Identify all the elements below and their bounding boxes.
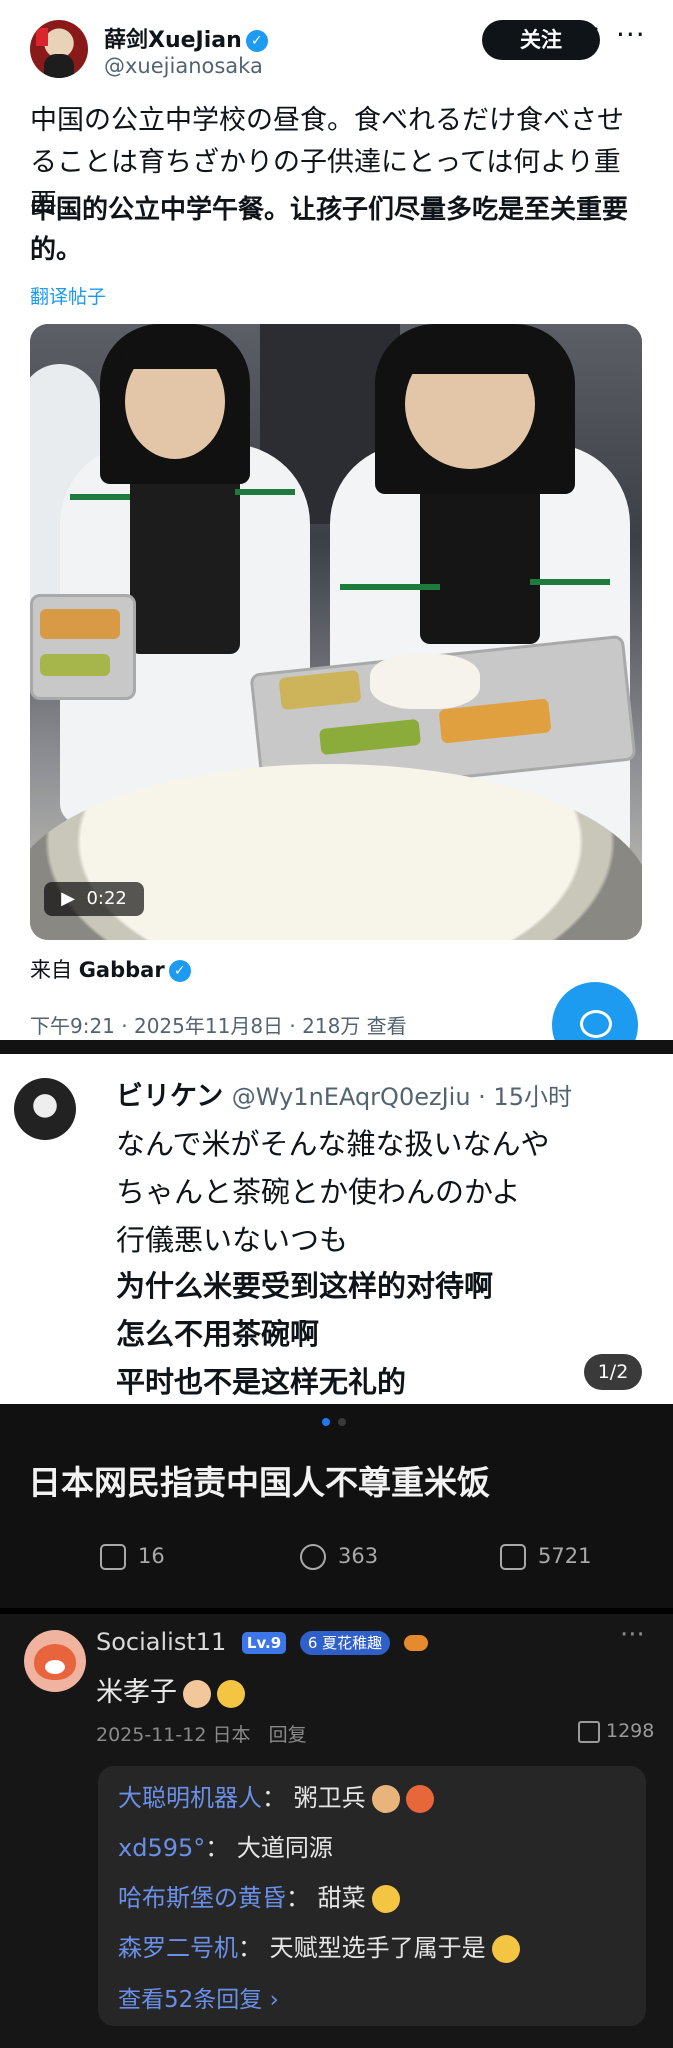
nerd-face-emoji-icon (217, 1679, 245, 1708)
share-icon (100, 1544, 126, 1570)
fan-badge: 6 夏花稚趣 (299, 1631, 391, 1655)
thumbs-up-icon (578, 1720, 600, 1743)
post-title: 日本网民指责中国人不尊重米饭 (28, 1463, 490, 1502)
tweet-timestamp: 下午9:21 · 2025年11月8日 · 218万 查看 (30, 1014, 407, 1038)
fist-emoji-icon (371, 1785, 400, 1813)
reply-row[interactable]: 哈布斯堡の黄昏： 甜菜 (118, 1878, 400, 1913)
grok-icon[interactable] (570, 24, 600, 54)
video-player[interactable]: ▶ 0:22 (30, 324, 642, 940)
level-badge: Lv.9 (241, 1632, 287, 1654)
carousel-dot[interactable] (338, 1418, 346, 1426)
pointing-hand-emoji-icon (183, 1679, 211, 1708)
commenter-info: Socialist11 Lv.9 6 夏花稚趣 (96, 1628, 428, 1656)
tweet-card: 薛剑XueJian ✓ @xuejianosaka 关注 ··· 中国の公立中学校… (0, 0, 673, 1068)
comment-button[interactable]: 363 (300, 1544, 378, 1570)
comment-like-button[interactable]: 1298 (578, 1720, 654, 1743)
carousel-dot-active[interactable] (322, 1418, 330, 1426)
reply-user-handle: @Wy1nEAqrQ0ezJiu · 15小时 (231, 1083, 572, 1111)
share-button[interactable]: 16 (100, 1544, 165, 1570)
commenter-name[interactable]: Socialist11 (96, 1628, 226, 1656)
author-name[interactable]: 薛剑XueJian ✓ (104, 22, 268, 54)
gamepad-icon (403, 1635, 428, 1651)
angry-face-emoji-icon (405, 1785, 434, 1813)
comment-more-icon[interactable]: ··· (620, 1620, 645, 1650)
image-pager: 1/2 (584, 1354, 642, 1390)
smirk-emoji-icon (491, 1935, 520, 1963)
verified-badge-icon: ✓ (168, 960, 191, 982)
source-attribution: 来自 Gabbar ✓ (30, 954, 191, 984)
author-avatar[interactable] (30, 20, 88, 78)
reply-avatar[interactable] (14, 1078, 76, 1140)
reply-card: ビリケン @Wy1nEAqrQ0ezJiu · 15小时 なんで米がそんな雑な扱… (0, 1054, 673, 1404)
reply-row[interactable]: xd595°： 大道同源 (118, 1828, 333, 1863)
comment-item: Socialist11 Lv.9 6 夏花稚趣 ··· 米孝子 2025-11-… (0, 1614, 673, 2048)
post-header: 日本网民指责中国人不尊重米饭 16 363 5721 (0, 1404, 673, 1608)
reply-row[interactable]: 大聪明机器人： 粥卫兵 (118, 1778, 434, 1813)
reply-user-name[interactable]: ビリケン (116, 1081, 223, 1112)
comment-meta: 2025-11-12 日本 回复 (96, 1724, 307, 1746)
reply-text-chinese: 为什么米要受到这样的对待啊 怎么不用茶碗啊 平时也不是这样无礼的 (116, 1269, 494, 1399)
like-button[interactable]: 5721 (500, 1544, 591, 1570)
verified-badge-icon: ✓ (245, 30, 268, 52)
reply-user-line: ビリケン @Wy1nEAqrQ0ezJiu · 15小时 (116, 1074, 572, 1113)
commenter-avatar[interactable] (24, 1630, 86, 1692)
tweet-text-chinese: 中国的公立中学午餐。让孩子们尽量多吃是至关重要的。 (30, 195, 629, 265)
reply-link[interactable]: 回复 (269, 1724, 307, 1746)
author-handle[interactable]: @xuejianosaka (104, 54, 263, 78)
reply-text-japanese: なんで米がそんな雑な扱いなんや ちゃんと茶碗とか使わんのかよ 行儀悪いないつも (116, 1127, 550, 1257)
divider (0, 1040, 673, 1054)
video-duration-badge: ▶ 0:22 (44, 882, 144, 916)
source-name-link[interactable]: Gabbar (79, 958, 165, 982)
comment-text: 米孝子 (96, 1670, 245, 1709)
replies-box: 大聪明机器人： 粥卫兵 xd595°： 大道同源 哈布斯堡の黄昏： 甜菜 森罗二… (98, 1766, 646, 2026)
thumbs-up-icon (500, 1544, 526, 1570)
play-icon: ▶ (61, 888, 75, 909)
comment-icon (300, 1544, 326, 1570)
grinning-emoji-icon (371, 1885, 400, 1913)
more-options-icon[interactable]: ··· (616, 18, 646, 51)
reply-row[interactable]: 森罗二号机： 天赋型选手了属于是 (118, 1928, 520, 1963)
view-more-replies-link[interactable]: 查看52条回复 › (118, 1980, 279, 2014)
translate-post-link[interactable]: 翻译帖子 (30, 282, 106, 309)
